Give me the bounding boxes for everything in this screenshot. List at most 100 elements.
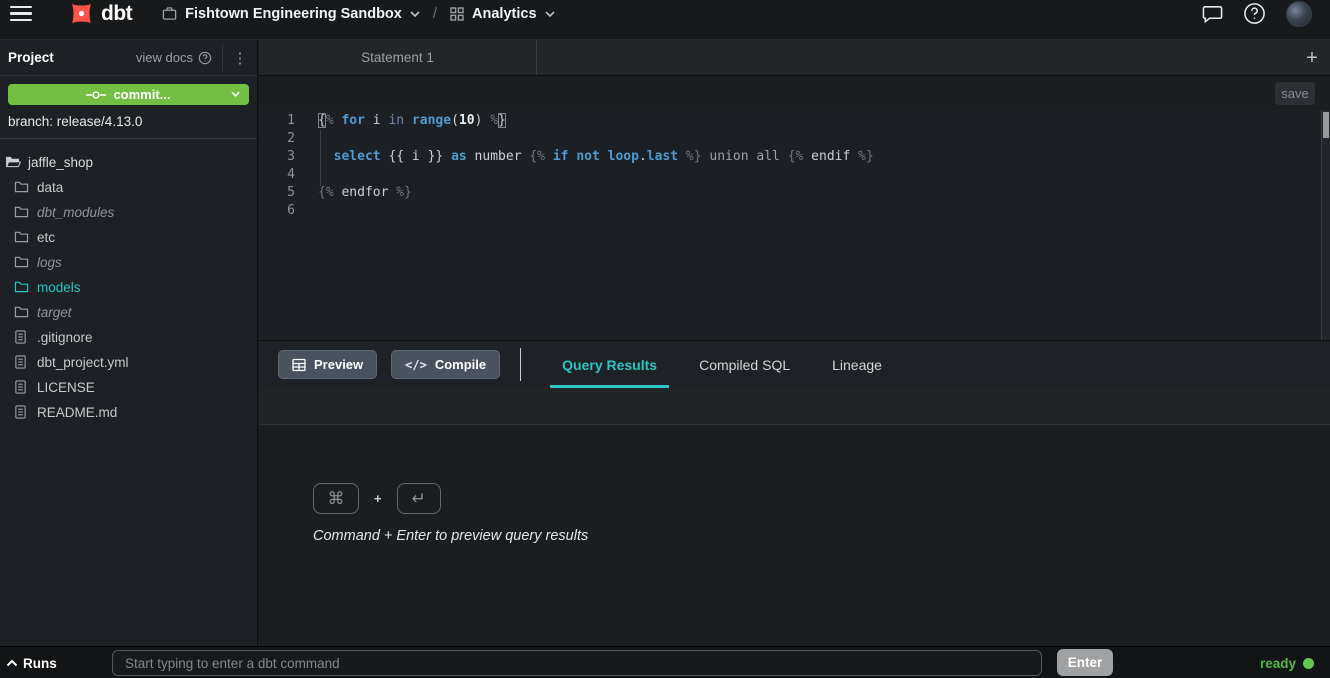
editor-scrollbar-thumb[interactable]: [1323, 112, 1329, 138]
tree-item-dbt-project-yml[interactable]: dbt_project.yml: [0, 350, 257, 375]
code-line-6[interactable]: 6: [259, 202, 1330, 220]
project-switcher[interactable]: Analytics: [450, 6, 554, 22]
chevron-down-icon: [545, 11, 555, 17]
chat-feedback-icon[interactable]: [1202, 3, 1223, 24]
file-icon: [14, 355, 29, 370]
briefcase-icon: [162, 6, 177, 21]
compile-button[interactable]: </> Compile: [391, 350, 500, 379]
tree-item-logs[interactable]: logs: [0, 250, 257, 275]
tab-label: Compiled SQL: [699, 357, 790, 373]
folder-icon: [14, 180, 29, 195]
tree-item-label: logs: [37, 255, 62, 270]
code-line-2[interactable]: 2: [259, 130, 1330, 148]
tree-item-dbt-modules[interactable]: dbt_modules: [0, 200, 257, 225]
project-sidebar: Project view docs ⋮ commit... branch:: [0, 40, 258, 646]
dbt-logo-text: dbt: [101, 2, 132, 26]
dbt-command-input[interactable]: [112, 650, 1042, 676]
topbar-actions: [1202, 1, 1312, 27]
tree-item-license[interactable]: LICENSE: [0, 375, 257, 400]
git-actions-section: commit... branch: release/4.13.0: [0, 76, 257, 139]
grid-icon: [450, 7, 464, 21]
code-line-5[interactable]: 5{% endfor %}: [259, 184, 1330, 202]
tree-item-label: .gitignore: [37, 330, 93, 345]
tree-item-jaffle-shop[interactable]: jaffle_shop: [0, 150, 257, 175]
editor-scrollbar[interactable]: [1321, 110, 1330, 340]
folder-icon: [14, 230, 29, 245]
editor-tab-statement-1[interactable]: Statement 1: [259, 40, 537, 75]
tree-item-readme-md[interactable]: README.md: [0, 400, 257, 425]
breadcrumb-separator: /: [433, 5, 437, 22]
new-tab-button[interactable]: +: [1294, 48, 1330, 68]
compile-button-label: Compile: [435, 357, 486, 372]
tab-label: Lineage: [832, 357, 882, 373]
tree-item-label: dbt_project.yml: [37, 355, 129, 370]
table-icon: [292, 358, 306, 372]
tree-item-label: models: [37, 280, 81, 295]
code-line-text: {% for i in range(10) %}: [318, 112, 506, 130]
commit-button[interactable]: commit...: [8, 84, 249, 105]
tab-query-results[interactable]: Query Results: [550, 341, 669, 388]
results-toolbar: Preview </> Compile Query Results Compile…: [259, 340, 1330, 388]
view-docs-label: view docs: [136, 50, 193, 65]
divider: [520, 348, 521, 381]
ide-status: ready: [1260, 647, 1314, 678]
tree-item-label: LICENSE: [37, 380, 95, 395]
dbt-ide-window: dbt Fishtown Engineering Sandbox / Analy…: [0, 0, 1330, 678]
results-empty-state: ⌘ + ↵ Command + Enter to preview query r…: [259, 425, 1330, 646]
chevron-down-icon: [410, 11, 420, 17]
tree-item-target[interactable]: target: [0, 300, 257, 325]
code-line-4[interactable]: 4: [259, 166, 1330, 184]
enter-button[interactable]: Enter: [1057, 649, 1113, 676]
line-number: 3: [259, 148, 295, 166]
shortcut-hint-caption: Command + Enter to preview query results: [313, 528, 1330, 544]
shortcut-keys: ⌘ + ↵: [313, 483, 1330, 514]
tree-item-models[interactable]: models: [0, 275, 257, 300]
editor-pane: Statement 1 + save 1 {% for i in range(10…: [259, 40, 1330, 646]
editor-toolbar: save: [259, 76, 1330, 110]
dbt-logo-icon: [68, 0, 95, 27]
tab-lineage[interactable]: Lineage: [820, 341, 894, 388]
line-number: 1: [259, 112, 295, 130]
dbt-logo: dbt: [68, 0, 132, 27]
code-editor[interactable]: 1 {% for i in range(10) %} 23 select {{ i …: [259, 110, 1330, 340]
folder-icon: [14, 305, 29, 320]
code-line-1[interactable]: 1 {% for i in range(10) %}: [259, 112, 1330, 130]
user-avatar[interactable]: [1286, 1, 1312, 27]
results-status-strip: [259, 388, 1330, 425]
folder-open-icon: [5, 155, 20, 170]
code-icon: </>: [405, 358, 427, 372]
status-label: ready: [1260, 656, 1296, 671]
account-name: Fishtown Engineering Sandbox: [185, 6, 402, 22]
line-number: 2: [259, 130, 295, 148]
tree-item--gitignore[interactable]: .gitignore: [0, 325, 257, 350]
line-number: 4: [259, 166, 295, 184]
tree-item-etc[interactable]: etc: [0, 225, 257, 250]
folder-icon: [14, 280, 29, 295]
account-switcher[interactable]: Fishtown Engineering Sandbox: [162, 6, 420, 22]
commit-button-label: commit...: [113, 87, 170, 102]
sidebar-menu-kebab-icon[interactable]: ⋮: [223, 49, 257, 67]
code-line-text: {% endfor %}: [318, 184, 412, 202]
preview-button[interactable]: Preview: [278, 350, 377, 379]
help-icon[interactable]: [1243, 2, 1266, 25]
folder-icon: [14, 255, 29, 270]
branch-label: branch: release/4.13.0: [8, 114, 249, 129]
plus-separator: +: [374, 491, 382, 506]
view-docs-link[interactable]: view docs: [136, 50, 212, 65]
indent-guide: [320, 130, 321, 186]
editor-tab-bar: Statement 1 +: [259, 40, 1330, 76]
preview-button-label: Preview: [314, 357, 363, 372]
tab-compiled-sql[interactable]: Compiled SQL: [687, 341, 802, 388]
enter-key-icon: ↵: [397, 483, 441, 514]
sidebar-header: Project view docs ⋮: [0, 40, 257, 76]
tree-item-data[interactable]: data: [0, 175, 257, 200]
code-line-3[interactable]: 3 select {{ i }} as number {% if not loo…: [259, 148, 1330, 166]
command-key-icon: ⌘: [313, 483, 359, 514]
runs-label: Runs: [23, 656, 57, 671]
tree-item-label: README.md: [37, 405, 117, 420]
hamburger-menu-icon[interactable]: [10, 6, 32, 22]
project-name: Analytics: [472, 6, 536, 22]
save-button[interactable]: save: [1275, 82, 1315, 105]
commit-dropdown-chevron-icon: [231, 91, 240, 97]
runs-drawer-toggle[interactable]: Runs: [6, 647, 57, 678]
